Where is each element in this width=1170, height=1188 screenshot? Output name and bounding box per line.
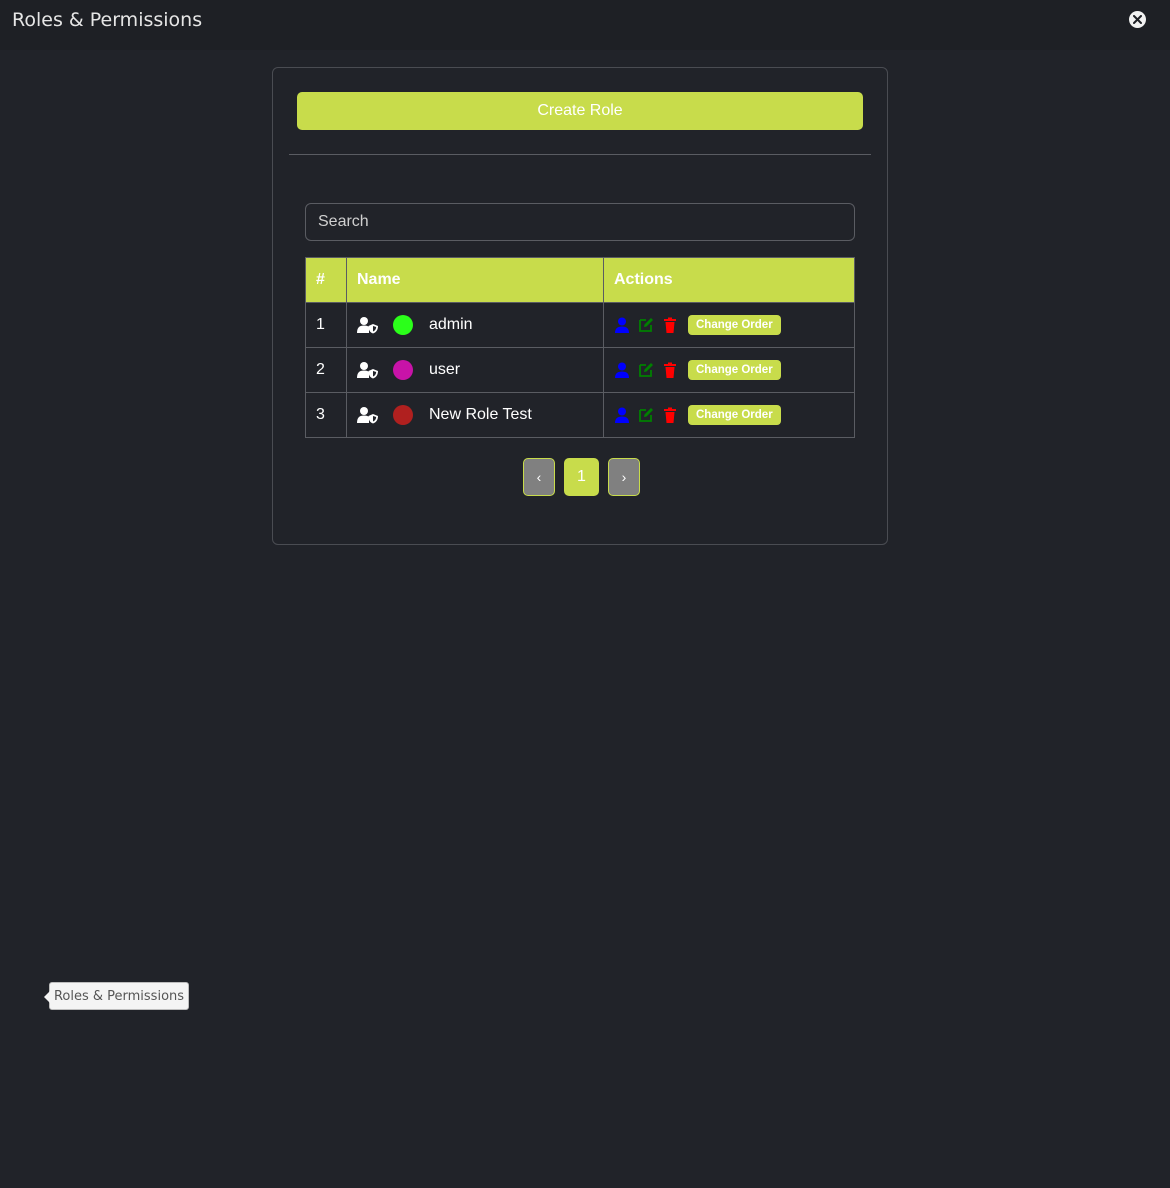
change-order-button[interactable]: Change Order: [688, 405, 781, 425]
role-name-cell: user: [346, 347, 604, 393]
role-name-wrap: user: [357, 360, 603, 380]
page-1-button[interactable]: 1: [564, 458, 599, 496]
actions: Change Order: [614, 315, 854, 335]
user-shield-icon: [357, 361, 379, 379]
edit-icon[interactable]: [638, 362, 654, 378]
actions-cell: Change Order: [603, 392, 855, 438]
actions: Change Order: [614, 360, 854, 380]
trash-icon[interactable]: [662, 362, 678, 378]
role-color-dot: [393, 405, 413, 425]
roles-card: Create Role # Name Actions 1 admin: [272, 67, 888, 545]
trash-icon[interactable]: [662, 317, 678, 333]
edit-icon[interactable]: [638, 317, 654, 333]
user-icon[interactable]: [614, 407, 630, 423]
create-role-button[interactable]: Create Role: [297, 92, 863, 130]
header-name[interactable]: Name: [346, 257, 604, 303]
role-name-cell: New Role Test: [346, 392, 604, 438]
user-shield-icon: [357, 406, 379, 424]
table-row[interactable]: 1 admin Change Order: [305, 302, 855, 348]
user-shield-icon: [357, 316, 379, 334]
divider: [289, 154, 871, 155]
role-name-wrap: admin: [357, 315, 603, 335]
role-name: New Role Test: [429, 406, 532, 423]
role-color-dot: [393, 360, 413, 380]
close-button[interactable]: [1129, 11, 1146, 28]
header-number[interactable]: #: [305, 257, 347, 303]
edit-icon[interactable]: [638, 407, 654, 423]
table-row[interactable]: 3 New Role Test Change Order: [305, 392, 855, 438]
row-number: 3: [305, 392, 347, 438]
close-icon: [1133, 15, 1142, 24]
header-actions[interactable]: Actions: [603, 257, 855, 303]
tooltip: Roles & Permissions: [44, 982, 189, 1010]
actions-cell: Change Order: [603, 302, 855, 348]
role-name: admin: [429, 316, 473, 333]
prev-page-button[interactable]: ‹: [523, 458, 555, 496]
user-icon[interactable]: [614, 317, 630, 333]
actions-cell: Change Order: [603, 347, 855, 393]
user-icon[interactable]: [614, 362, 630, 378]
role-name: user: [429, 361, 461, 378]
row-number: 1: [305, 302, 347, 348]
next-page-button[interactable]: ›: [608, 458, 640, 496]
role-name-wrap: New Role Test: [357, 405, 603, 425]
window-title: Roles & Permissions: [12, 9, 203, 31]
table-header-row: # Name Actions: [305, 257, 855, 303]
actions: Change Order: [614, 405, 854, 425]
search-input[interactable]: [305, 203, 855, 241]
title-bar: Roles & Permissions: [0, 0, 1170, 50]
pagination: ‹ 1 ›: [523, 458, 640, 496]
roles-table: # Name Actions 1 admin Change Order 2 us…: [305, 257, 855, 438]
trash-icon[interactable]: [662, 407, 678, 423]
role-name-cell: admin: [346, 302, 604, 348]
row-number: 2: [305, 347, 347, 393]
table-row[interactable]: 2 user Change Order: [305, 347, 855, 393]
change-order-button[interactable]: Change Order: [688, 360, 781, 380]
role-color-dot: [393, 315, 413, 335]
change-order-button[interactable]: Change Order: [688, 315, 781, 335]
